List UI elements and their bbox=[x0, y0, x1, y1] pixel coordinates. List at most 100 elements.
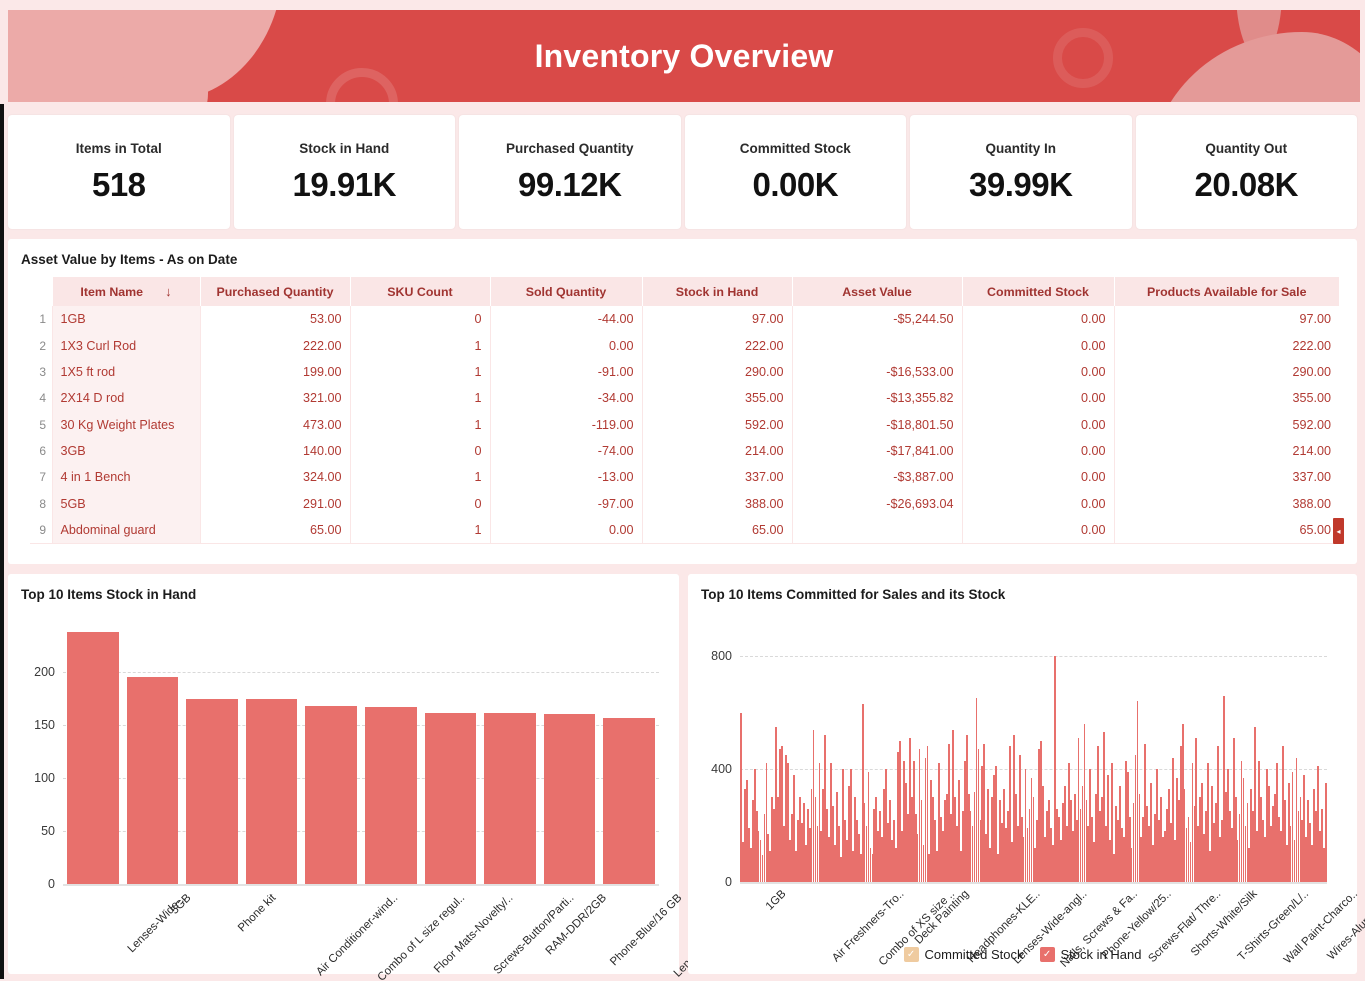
row-committed: 0.00 bbox=[961, 332, 1114, 359]
row-stock: 222.00 bbox=[641, 332, 792, 359]
table-header-cell[interactable]: Asset Value bbox=[791, 277, 962, 306]
chart-legend: ✓ Committed Stock ✓ Stock in Hand bbox=[688, 947, 1357, 962]
bar[interactable] bbox=[543, 713, 596, 884]
row-sku: 0 bbox=[349, 490, 490, 517]
legend-item[interactable]: ✓ Stock in Hand bbox=[1039, 947, 1141, 962]
row-sku: 0 bbox=[349, 306, 490, 333]
table-header-cell[interactable]: SKU Count bbox=[349, 277, 490, 306]
row-sold: 0.00 bbox=[489, 517, 642, 545]
table-scroll-indicator[interactable]: ◂ bbox=[1333, 518, 1344, 545]
bar[interactable] bbox=[484, 712, 536, 884]
row-purchased: 321.00 bbox=[199, 385, 350, 412]
row-item-name: 30 Kg Weight Plates bbox=[51, 411, 200, 438]
table-scroll-wrap[interactable]: Item Name ↓ Purchased Quantity SKU Count Sol… bbox=[30, 277, 1344, 545]
table-row[interactable]: 1 1GB 53.00 0 -44.00 97.00 -$5,244.50 0.00 97.00 bbox=[30, 306, 1339, 333]
table-header-cell[interactable]: Stock in Hand bbox=[641, 277, 792, 306]
sort-descending-icon[interactable]: ↓ bbox=[165, 284, 172, 299]
top10-committed-title: Top 10 Items Committed for Sales and its… bbox=[701, 587, 1006, 602]
row-sold: -34.00 bbox=[489, 385, 642, 412]
row-stock: 290.00 bbox=[641, 358, 792, 386]
row-committed: 0.00 bbox=[961, 464, 1114, 491]
table-header-cell[interactable]: Purchased Quantity bbox=[199, 277, 350, 306]
table-header-cell[interactable]: Committed Stock bbox=[961, 277, 1114, 306]
row-available: 592.00 bbox=[1113, 411, 1339, 438]
kpi-card[interactable]: Items in Total 518 bbox=[8, 115, 230, 229]
x-axis-line bbox=[740, 882, 1327, 884]
table-row[interactable]: 5 30 Kg Weight Plates 473.00 1 -119.00 592.00… bbox=[30, 411, 1339, 438]
bar[interactable] bbox=[603, 717, 655, 884]
row-purchased: 222.00 bbox=[199, 332, 350, 359]
table-row[interactable]: 8 5GB 291.00 0 -97.00 388.00 -$26,693.04 0.00 38… bbox=[30, 490, 1339, 517]
kpi-card[interactable]: Quantity Out 20.08K bbox=[1135, 115, 1357, 229]
legend-checkbox-icon[interactable]: ✓ bbox=[1039, 947, 1055, 962]
legend-checkbox-icon[interactable]: ✓ bbox=[903, 947, 919, 962]
row-asset: -$26,693.04 bbox=[791, 490, 962, 517]
table-row[interactable]: 9 Abdominal guard 65.00 1 0.00 65.00 0.00 65.00 bbox=[30, 517, 1339, 545]
left-edge-strip bbox=[0, 104, 4, 979]
row-index: 1 bbox=[30, 306, 52, 333]
row-purchased: 473.00 bbox=[199, 411, 350, 438]
row-sold: -74.00 bbox=[489, 437, 642, 465]
table-row[interactable]: 6 3GB 140.00 0 -74.00 214.00 -$17,841.00 0.00 21… bbox=[30, 437, 1339, 465]
kpi-label: Items in Total bbox=[75, 140, 162, 156]
y-axis-tick-label: 50 bbox=[41, 824, 55, 839]
row-stock: 337.00 bbox=[641, 464, 792, 491]
row-sku: 1 bbox=[349, 385, 490, 412]
table-header-index bbox=[30, 277, 52, 306]
table-header-cell[interactable]: Products Available for Sale bbox=[1113, 277, 1339, 306]
kpi-card[interactable]: Purchased Quantity 99.12K bbox=[459, 115, 681, 229]
row-asset: -$17,841.00 bbox=[791, 437, 962, 465]
kpi-label: Quantity Out bbox=[1205, 140, 1288, 156]
top10-stock-in-hand-chart-panel: Top 10 Items Stock in Hand 0 50 100 150 200 L… bbox=[8, 574, 760, 981]
spark-bar-series[interactable] bbox=[740, 642, 1327, 882]
top10-committed-plot[interactable]: 0 400 800 1GB Air Freshners-Tro.. Combo of XS… bbox=[688, 612, 1365, 970]
legend-item[interactable]: ✓ Committed Stock bbox=[903, 947, 1024, 962]
row-item-name: 5GB bbox=[51, 490, 200, 517]
top10-stock-in-hand-plot[interactable]: 0 50 100 150 200 Lenses-Wide-.. 5GB Phone kit Ai… bbox=[8, 612, 760, 981]
row-asset: -$18,801.50 bbox=[791, 411, 962, 438]
kpi-label: Purchased Quantity bbox=[505, 140, 634, 156]
kpi-card[interactable]: Committed Stock 0.00K bbox=[684, 115, 906, 229]
row-available: 388.00 bbox=[1113, 490, 1339, 517]
table-header-cell[interactable]: Item Name ↓ bbox=[51, 277, 200, 306]
row-index: 4 bbox=[30, 385, 52, 412]
bar[interactable] bbox=[424, 712, 477, 884]
y-axis-tick-label: 150 bbox=[34, 718, 55, 733]
bar[interactable] bbox=[305, 706, 357, 884]
row-item-name: 4 in 1 Bench bbox=[51, 464, 200, 491]
row-committed: 0.00 bbox=[961, 358, 1114, 386]
row-available: 290.00 bbox=[1113, 358, 1339, 386]
table-row[interactable]: 2 1X3 Curl Rod 222.00 1 0.00 222.00 0.00 222.00 bbox=[30, 332, 1339, 359]
row-available: 222.00 bbox=[1113, 332, 1339, 359]
kpi-label: Stock in Hand bbox=[299, 140, 390, 156]
table-row[interactable]: 4 2X14 D rod 321.00 1 -34.00 355.00 -$13,355.8… bbox=[30, 385, 1339, 412]
bar[interactable] bbox=[364, 707, 417, 884]
row-available: 355.00 bbox=[1113, 385, 1339, 412]
y-axis-tick-label: 400 bbox=[711, 762, 732, 777]
row-committed: 0.00 bbox=[961, 490, 1114, 517]
bar[interactable] bbox=[67, 632, 119, 884]
kpi-card[interactable]: Stock in Hand 19.91K bbox=[233, 115, 455, 229]
kpi-card[interactable]: Quantity In 39.99K bbox=[910, 115, 1132, 229]
row-item-name: Abdominal guard bbox=[51, 517, 200, 545]
row-index: 6 bbox=[30, 437, 52, 465]
table-row[interactable]: 74 in 1 Bench 324.00 1 -13.00 337.00 -$3,887.… bbox=[30, 464, 1339, 491]
row-stock: 65.00 bbox=[641, 517, 792, 545]
row-stock: 388.00 bbox=[641, 490, 792, 517]
kpi-value: 20.08K bbox=[1194, 165, 1299, 203]
table-row[interactable]: 3 1X5 ft rod 199.00 1 -91.00 290.00 -$16,533.0… bbox=[30, 358, 1339, 386]
row-item-name: 1X5 ft rod bbox=[51, 358, 200, 386]
row-index: 9 bbox=[30, 517, 52, 545]
bar[interactable] bbox=[126, 676, 179, 884]
row-purchased: 140.00 bbox=[199, 437, 350, 465]
row-purchased: 291.00 bbox=[199, 490, 350, 517]
row-committed: 0.00 bbox=[961, 411, 1114, 438]
bar[interactable] bbox=[186, 698, 238, 884]
table-body: 1 1GB 53.00 0 -44.00 97.00 -$5,244.50 0.00 97.00… bbox=[30, 306, 1339, 545]
table-header-cell[interactable]: Sold Quantity bbox=[489, 277, 642, 306]
row-item-name: 1GB bbox=[51, 306, 200, 333]
asset-value-table[interactable]: Item Name ↓ Purchased Quantity SKU Count Sol… bbox=[30, 277, 1339, 545]
row-purchased: 53.00 bbox=[199, 306, 350, 333]
row-asset bbox=[791, 517, 962, 545]
bar[interactable] bbox=[245, 698, 298, 884]
